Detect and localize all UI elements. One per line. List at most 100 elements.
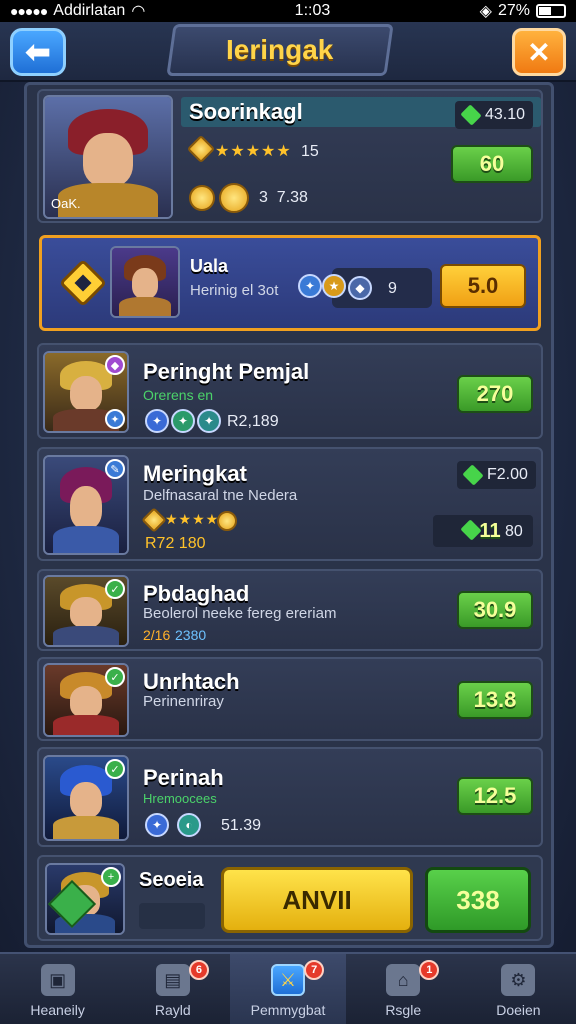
buy-button[interactable]: 12.5 xyxy=(457,777,533,815)
primary-action-button[interactable]: ANVII xyxy=(221,867,413,933)
battery-percent: 27% xyxy=(497,2,530,19)
featured-hero-card[interactable]: Uala Herinig el 3ot ✦ ★ ◆ 9 5.0 xyxy=(39,235,541,331)
shop-icon: ⌂ xyxy=(386,964,421,996)
page-title: Ieringak xyxy=(226,34,334,65)
hero-name: Peringht Pemjal xyxy=(143,359,310,384)
skill-icon: ✦ xyxy=(171,409,195,433)
portrait-label: OaK. xyxy=(51,196,81,211)
hero-portrait: ✓ xyxy=(43,575,129,647)
nav-item-rsgle[interactable]: ⌂ 1 Rsgle xyxy=(346,954,461,1024)
wifi-icon: ◠ xyxy=(131,3,146,20)
buy-button[interactable]: 30.9 xyxy=(457,591,533,629)
gem-price-tag: 43.10 xyxy=(455,101,534,129)
gear-icon: ⚙ xyxy=(501,964,536,996)
hero-name: Perinah xyxy=(143,765,224,790)
gem-icon xyxy=(460,104,482,126)
list-item[interactable]: ✓ Pbdaghad Beolerol neeke fereg ereriam … xyxy=(37,569,543,651)
hero-subtitle: Hremoocees xyxy=(143,791,217,806)
coin-value: 3 7.38 xyxy=(259,189,308,206)
coin-icon xyxy=(217,511,237,531)
nav-label: Pemmygbat xyxy=(250,1002,326,1018)
back-button[interactable]: ⬅ xyxy=(10,28,66,76)
star-rating: ★★★★★ xyxy=(215,143,292,160)
hero-value-a: 2/16 xyxy=(143,627,171,643)
carrier-label: Addirlatan xyxy=(53,2,126,19)
notification-badge: 6 xyxy=(188,960,209,980)
nav-label: Doeien xyxy=(496,1002,541,1018)
star-rating: ★★★★ xyxy=(165,511,220,527)
featured-subtitle: Herinig el 3ot xyxy=(190,282,279,299)
hero-value: 51.39 xyxy=(221,817,262,834)
hero-portrait: OaK. xyxy=(43,95,173,219)
hero-value-b: 2380 xyxy=(175,627,207,643)
diamond-icon xyxy=(58,258,108,308)
hero-name: Soorinkagl xyxy=(189,99,303,124)
action-row: + Seoeia ANVII 338 xyxy=(37,855,543,941)
selected-portrait: + xyxy=(45,863,125,935)
hero-value: R2,189 xyxy=(227,413,279,430)
nav-item-doeien[interactable]: ⚙ Doeien xyxy=(461,954,576,1024)
title-plate: Ieringak xyxy=(166,24,394,76)
close-icon: ✕ xyxy=(527,36,551,68)
arrow-left-icon: ⬅ xyxy=(25,35,51,69)
hero-subtitle: Delfnasaral tne Nedera xyxy=(143,487,298,504)
secondary-action-button[interactable]: 338 xyxy=(425,867,531,933)
nav-item-heaneily[interactable]: ▣ Heaneily xyxy=(0,954,115,1024)
hero-icon: ⚔ xyxy=(271,964,305,996)
gold-shield-icon: ★ xyxy=(322,274,346,298)
skill-icon: ✦ xyxy=(298,274,322,298)
top-hero-card[interactable]: OaK. Soorinkagl 43.10 ★★★★★ 15 60 3 7.38 xyxy=(37,89,543,223)
shield-icon xyxy=(189,185,215,211)
featured-buy-button[interactable]: 5.0 xyxy=(440,264,526,308)
class-badge-icon: ✓ xyxy=(105,667,125,687)
rank-icon xyxy=(186,134,216,164)
nav-item-rayld[interactable]: ▤ 6 Rayld xyxy=(115,954,230,1024)
featured-count: 9 xyxy=(388,280,397,297)
secondary-price-suffix: 80 xyxy=(505,523,523,540)
close-button[interactable]: ✕ xyxy=(512,28,566,76)
hero-portrait: ✓ xyxy=(43,663,129,737)
selected-name: Seoeia xyxy=(139,869,204,891)
buy-button[interactable]: 270 xyxy=(457,375,533,413)
skill-icon: ✦ xyxy=(197,409,221,433)
class-badge-icon: ✎ xyxy=(105,459,125,479)
featured-portrait xyxy=(110,246,180,318)
skill-icon: ✦ xyxy=(145,409,169,433)
hero-list-panel: OaK. Soorinkagl 43.10 ★★★★★ 15 60 3 7.38… xyxy=(24,82,554,948)
notification-badge: 7 xyxy=(304,960,325,980)
list-item[interactable]: ✎ Meringkat Delfnasaral tne Nedera F2.00… xyxy=(37,447,543,561)
selected-input-stub xyxy=(139,903,205,929)
list-item[interactable]: ✓ Unrhtach Perinenriray 13.8 xyxy=(37,657,543,741)
armor-icon: ◆ xyxy=(348,276,372,300)
hero-subtitle: Orerens en xyxy=(143,387,214,403)
secondary-price[interactable]: 11 xyxy=(477,517,503,545)
nav-label: Heaneily xyxy=(30,1002,85,1018)
featured-name: Uala xyxy=(190,256,229,276)
signal-icon: ●●●●● xyxy=(10,3,48,19)
location-icon: ◈ xyxy=(479,3,492,20)
hero-portrait: ✓ xyxy=(43,755,129,841)
list-item[interactable]: ◆ ✦ Peringht Pemjal Orerens en ✦ ✦ ✦ R2,… xyxy=(37,343,543,439)
status-bar: ●●●●● Addirlatan ◠ 1::03 ◈ 27% xyxy=(0,0,576,22)
clock: 1::03 xyxy=(294,2,331,19)
class-badge-icon: ✓ xyxy=(105,579,125,599)
notification-badge: 1 xyxy=(419,960,440,980)
class-badge-icon: + xyxy=(101,867,121,887)
chest-icon: ▤ xyxy=(155,964,190,996)
hero-value: R72 180 xyxy=(145,535,206,552)
nav-label: Rsgle xyxy=(385,1002,422,1018)
element-badge-icon: ✦ xyxy=(105,409,125,429)
list-item[interactable]: ✓ Perinah Hremoocees ✦ ◐ 51.39 12.5 xyxy=(37,747,543,847)
battery-icon xyxy=(535,4,566,18)
nav-label: Rayld xyxy=(154,1002,191,1018)
header: ⬅ Ieringak ✕ xyxy=(0,22,576,82)
nav-item-pemmygbat[interactable]: ⚔ 7 Pemmygbat xyxy=(230,954,346,1024)
gem-icon xyxy=(462,464,484,486)
hero-portrait: ✎ xyxy=(43,455,129,555)
buy-button[interactable]: 60 xyxy=(451,145,533,183)
buy-button[interactable]: 13.8 xyxy=(457,681,533,719)
skill-icon: ◐ xyxy=(177,813,201,837)
cube-icon: ▣ xyxy=(40,964,75,996)
bottom-nav: ▣ Heaneily ▤ 6 Rayld ⚔ 7 Pemmygbat ⌂ 1 R… xyxy=(0,952,576,1024)
hero-subtitle: Beolerol neeke fereg ereriam xyxy=(143,605,337,622)
